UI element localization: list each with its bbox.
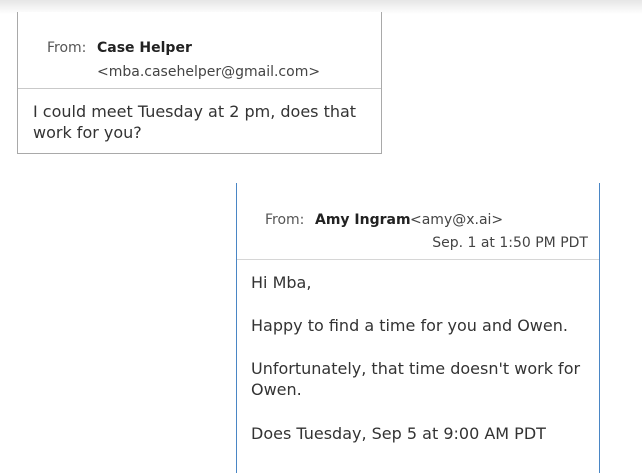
from-label: From: [265, 212, 305, 228]
message-paragraph-greeting: Hi Mba, [251, 273, 312, 292]
sender-address[interactable]: <amy@x.ai> [410, 212, 503, 228]
from-label: From: [47, 40, 87, 56]
sender-address[interactable]: <mba.casehelper@gmail.com> [97, 64, 320, 80]
sender-name: Case Helper [97, 40, 192, 56]
message-header: From: Amy Ingram <amy@x.ai> Sep. 1 at 1:… [237, 183, 599, 260]
message-timestamp: Sep. 1 at 1:50 PM PDT [432, 235, 588, 251]
message-header: From: Case Helper <mba.casehelper@gmail.… [18, 12, 381, 89]
message-paragraph: Happy to find a time for you and Owen. [251, 316, 568, 335]
message-body: I could meet Tuesday at 2 pm, does that … [33, 102, 357, 142]
email-message-case-helper: From: Case Helper <mba.casehelper@gmail.… [17, 12, 382, 154]
sender-name: Amy Ingram [315, 212, 411, 228]
message-paragraph: Does Tuesday, Sep 5 at 9:00 AM PDT [251, 424, 546, 443]
email-message-amy-ingram: From: Amy Ingram <amy@x.ai> Sep. 1 at 1:… [236, 183, 600, 473]
message-paragraph: Unfortunately, that time doesn't work fo… [251, 359, 581, 399]
